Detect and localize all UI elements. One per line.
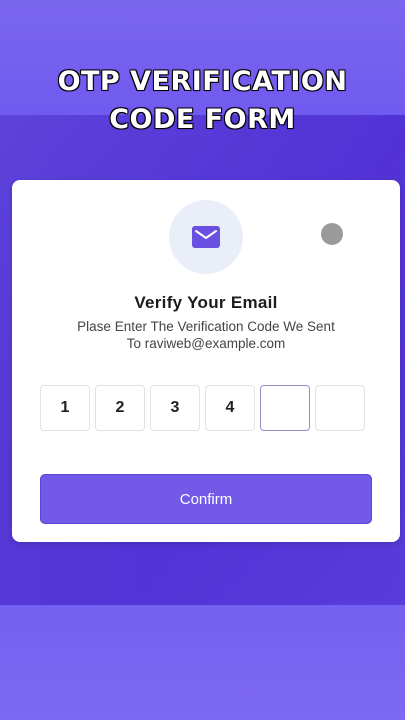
subtitle-line1: Plase Enter The Verification Code We Sen… [77, 319, 335, 334]
mail-icon [192, 226, 220, 248]
otp-card: Verify Your Email Plase Enter The Verifi… [12, 180, 400, 542]
otp-digit-2[interactable]: 2 [95, 385, 145, 431]
card-subtitle: Plase Enter The Verification Code We Sen… [32, 318, 380, 352]
subtitle-line2: To raviweb@example.com [126, 336, 286, 351]
status-dot [321, 223, 343, 245]
mail-icon-badge [169, 200, 243, 274]
otp-digit-6[interactable] [315, 385, 365, 431]
card-title: Verify Your Email [134, 293, 278, 312]
otp-digit-4[interactable]: 4 [205, 385, 255, 431]
otp-digit-5[interactable] [260, 385, 310, 431]
otp-digit-3[interactable]: 3 [150, 385, 200, 431]
background-bottom [0, 605, 405, 720]
otp-input-row: 1 2 3 4 [40, 385, 372, 433]
banner-title-line1: OTP VERIFICATION [57, 66, 348, 97]
confirm-button[interactable]: Confirm [40, 474, 372, 524]
otp-digit-1[interactable]: 1 [40, 385, 90, 431]
background-top [0, 0, 405, 115]
banner-title-line2: CODE FORM [109, 104, 296, 135]
